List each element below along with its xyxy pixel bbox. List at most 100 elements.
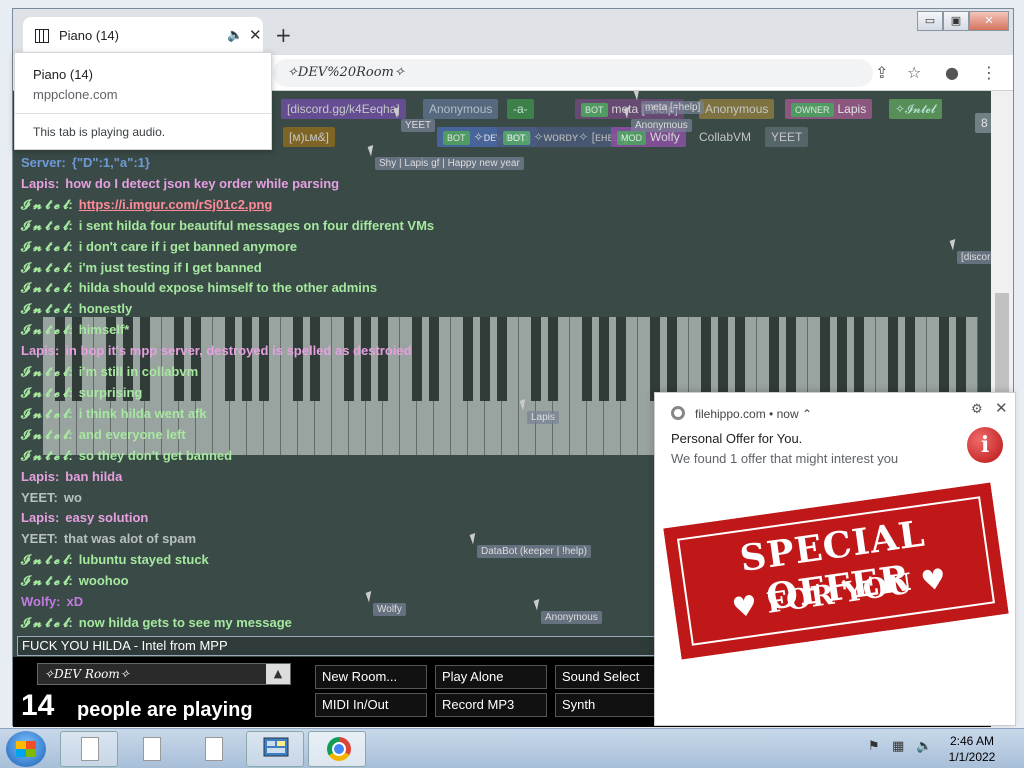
- tab-close-icon[interactable]: ✕: [249, 26, 262, 44]
- taskbar-document-1[interactable]: [60, 731, 118, 767]
- black-key[interactable]: [718, 317, 728, 401]
- player-tag[interactable]: 8: [975, 113, 991, 133]
- chat-message: YEET: that was alot of spam: [21, 529, 661, 550]
- flag-error-icon[interactable]: ⚑: [868, 739, 880, 754]
- chat-nick[interactable]: Lapis:: [21, 510, 59, 525]
- offer-stamp: SPECIAL OFFER ♥ FOR YOU ♥: [663, 482, 1009, 660]
- black-key[interactable]: [786, 317, 796, 401]
- chat-nick[interactable]: 𝓘 𝓷 𝓽 𝓮 𝓵:: [21, 552, 73, 567]
- player-tag[interactable]: OWNER Lapis: [785, 99, 873, 119]
- network-icon[interactable]: ▦: [892, 739, 904, 754]
- black-key[interactable]: [854, 317, 864, 401]
- black-key[interactable]: [956, 317, 966, 401]
- chat-nick[interactable]: 𝓘 𝓷 𝓽 𝓮 𝓵:: [21, 385, 73, 400]
- tab-piano[interactable]: Piano (14) 🔈 ✕: [23, 17, 263, 55]
- player-tag[interactable]: -a-: [507, 99, 534, 119]
- chat-text: {"D":1,"a":1}: [71, 155, 150, 170]
- chat-input[interactable]: FUCK YOU HILDA - Intel from MPP: [17, 636, 657, 656]
- cursor-label: meta [=help]: [641, 101, 705, 114]
- scrollbar-thumb[interactable]: [995, 293, 1009, 393]
- notification-source: filehippo.com • now ⌃: [695, 407, 812, 421]
- address-bar[interactable]: ✧DEV%20Room✧: [273, 59, 873, 87]
- maximize-button[interactable]: ▣: [943, 11, 969, 31]
- player-tag[interactable]: [ᴍ)ʟᴍ&]: [283, 127, 336, 147]
- chat-nick[interactable]: YEET:: [21, 531, 58, 546]
- chat-nick[interactable]: YEET:: [21, 490, 58, 505]
- minimize-button[interactable]: ▭: [917, 11, 943, 31]
- chat-nick[interactable]: 𝓘 𝓷 𝓽 𝓮 𝓵:: [21, 322, 73, 337]
- player-tag[interactable]: Anonymous: [423, 99, 499, 119]
- black-key[interactable]: [667, 317, 677, 401]
- new-room-button[interactable]: New Room...: [315, 665, 427, 689]
- chat-nick[interactable]: 𝓘 𝓷 𝓽 𝓮 𝓵:: [21, 427, 73, 442]
- taskbar-document-3[interactable]: [184, 731, 242, 767]
- play-alone-button[interactable]: Play Alone: [435, 665, 547, 689]
- chat-nick[interactable]: 𝓘 𝓷 𝓽 𝓮 𝓵:: [21, 573, 73, 588]
- chat-nick[interactable]: 𝓘 𝓷 𝓽 𝓮 𝓵:: [21, 197, 73, 212]
- notification-popup[interactable]: filehippo.com • now ⌃ ⚙ ✕ Personal Offer…: [654, 392, 1016, 726]
- chat-nick[interactable]: 𝓘 𝓷 𝓽 𝓮 𝓵:: [21, 301, 73, 316]
- chat-message: 𝓘 𝓷 𝓽 𝓮 𝓵: https://i.imgur.com/rSj01c2.pn…: [21, 195, 661, 216]
- chat-nick[interactable]: Lapis:: [21, 343, 59, 358]
- record-mp3-button[interactable]: Record MP3: [435, 693, 547, 717]
- chevron-up-icon[interactable]: ▲: [266, 664, 290, 684]
- volume-icon[interactable]: 🔈: [916, 739, 932, 754]
- chat-nick[interactable]: 𝓘 𝓷 𝓽 𝓮 𝓵:: [21, 448, 73, 463]
- close-window-button[interactable]: ✕: [969, 11, 1009, 31]
- chat-nick[interactable]: Server:: [21, 155, 66, 170]
- synth-button[interactable]: Synth: [555, 693, 667, 717]
- chat-nick[interactable]: 𝓘 𝓷 𝓽 𝓮 𝓵:: [21, 364, 73, 379]
- player-tag-label: CollabVM: [699, 130, 752, 144]
- chat-message: Wolfy: xD: [21, 592, 661, 613]
- black-key[interactable]: [701, 317, 711, 401]
- chat-nick[interactable]: 𝓘 𝓷 𝓽 𝓮 𝓵:: [21, 615, 73, 630]
- chat-text: xD: [66, 594, 84, 610]
- player-tag[interactable]: YEET: [765, 127, 809, 147]
- chat-nick[interactable]: 𝓘 𝓷 𝓽 𝓮 𝓵:: [21, 239, 73, 254]
- hover-domain: mppclone.com: [33, 87, 118, 102]
- notification-close-icon[interactable]: ✕: [995, 399, 1008, 417]
- chat-text: wo: [63, 489, 82, 505]
- sound-select-button[interactable]: Sound Select: [555, 665, 667, 689]
- black-key[interactable]: [769, 317, 779, 401]
- chat-text: i'm just testing if I get banned: [78, 259, 262, 275]
- bookmark-star-icon[interactable]: ☆: [907, 63, 921, 82]
- chat-nick[interactable]: 𝓘 𝓷 𝓽 𝓮 𝓵:: [21, 260, 73, 275]
- new-tab-button[interactable]: +: [275, 23, 292, 47]
- chat-nick[interactable]: 𝓘 𝓷 𝓽 𝓮 𝓵:: [21, 280, 73, 295]
- chat-text[interactable]: https://i.imgur.com/rSj01c2.png: [79, 197, 273, 212]
- taskbar-control-panel[interactable]: [246, 731, 304, 767]
- chat-nick[interactable]: Wolfy:: [21, 594, 60, 609]
- player-role-badge: BOT: [581, 103, 608, 117]
- settings-gear-icon[interactable]: ⚙: [971, 402, 983, 417]
- black-key[interactable]: [820, 317, 830, 401]
- system-clock[interactable]: 2:46 AM 1/1/2022: [944, 733, 1000, 765]
- chat-message: 𝓘 𝓷 𝓽 𝓮 𝓵: i sent hilda four beautiful me…: [21, 216, 661, 237]
- chat-text: i don't care if i get banned anymore: [78, 238, 298, 254]
- player-tag[interactable]: ✧𝓘𝓷𝓽𝓮𝓵: [889, 99, 942, 119]
- chat-message: 𝓘 𝓷 𝓽 𝓮 𝓵: i think hilda went afk: [21, 404, 661, 425]
- taskbar-document-2[interactable]: [122, 731, 180, 767]
- chat-nick[interactable]: 𝓘 𝓷 𝓽 𝓮 𝓵:: [21, 406, 73, 421]
- player-tag[interactable]: [discord.gg/k4Eeqha]: [281, 99, 406, 119]
- player-tag[interactable]: CollabVM: [693, 127, 758, 147]
- room-select[interactable]: ✧DEV Room✧ ▲: [37, 663, 291, 685]
- taskbar-chrome[interactable]: [308, 731, 366, 767]
- player-tag-label: ✧𝓘𝓷𝓽𝓮𝓵: [895, 102, 936, 116]
- special-offer-image[interactable]: SPECIAL OFFER ♥ FOR YOU ♥: [663, 482, 1009, 660]
- black-key[interactable]: [905, 317, 915, 401]
- profile-avatar-icon[interactable]: ●: [945, 63, 959, 82]
- chat-nick[interactable]: Lapis:: [21, 176, 59, 191]
- midi-in-out-button[interactable]: MIDI In/Out: [315, 693, 427, 717]
- black-key[interactable]: [888, 317, 898, 401]
- chat-nick[interactable]: Lapis:: [21, 469, 59, 484]
- speaker-icon[interactable]: 🔈: [227, 28, 243, 43]
- black-key[interactable]: [735, 317, 745, 401]
- black-key[interactable]: [837, 317, 847, 401]
- share-icon[interactable]: ⇪: [875, 63, 888, 82]
- start-button[interactable]: [6, 731, 46, 767]
- black-key[interactable]: [939, 317, 949, 401]
- chat-nick[interactable]: 𝓘 𝓷 𝓽 𝓮 𝓵:: [21, 218, 73, 233]
- player-tag[interactable]: Anonymous: [699, 99, 775, 119]
- menu-kebab-icon[interactable]: ⋮: [981, 63, 997, 82]
